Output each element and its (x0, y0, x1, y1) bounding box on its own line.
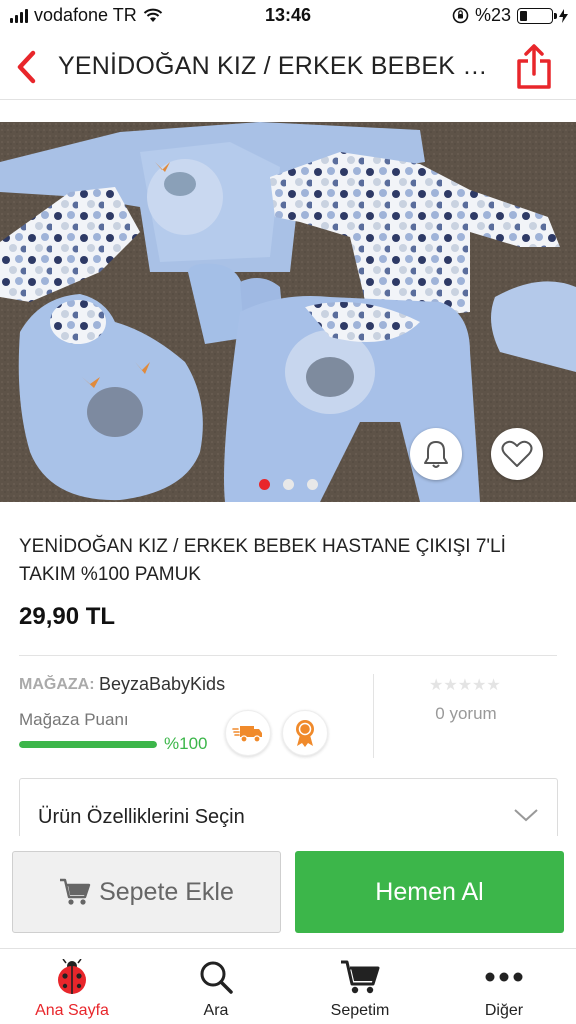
bottom-tab-bar: Ana Sayfa Ara Sepetim Diğer (0, 948, 576, 1024)
add-to-cart-button[interactable]: Sepete Ekle (12, 851, 281, 933)
page-title: YENİDOĞAN KIZ / ERKEK BEBEK HASTANE ÇIKI… (58, 52, 498, 80)
trusted-store-badge[interactable] (282, 710, 328, 756)
tab-search-label: Ara (203, 1002, 229, 1019)
tab-more[interactable]: Diğer (432, 949, 576, 1024)
cart-icon (60, 878, 91, 905)
bell-icon (424, 441, 448, 468)
pagination-dot[interactable] (282, 479, 294, 490)
tab-home-icon-wrap (55, 958, 89, 996)
favorite-button[interactable] (491, 428, 543, 480)
share-button[interactable] (512, 42, 556, 92)
store-name-link[interactable]: BeyzaBabyKids (99, 674, 225, 695)
chevron-left-icon (17, 50, 36, 84)
store-rating-percent: %100 (164, 734, 208, 753)
charging-icon (559, 8, 568, 23)
battery-level (520, 10, 527, 21)
medal-icon (296, 720, 314, 747)
tab-more-icon-wrap (484, 958, 524, 996)
buy-now-button[interactable]: Hemen Al (295, 851, 564, 933)
gallery-pagination (0, 479, 576, 490)
divider (19, 655, 557, 656)
status-bar: vodafone TR 13:46 %23 (0, 0, 576, 32)
tab-search[interactable]: Ara (144, 949, 288, 1024)
buy-now-label: Hemen Al (375, 877, 484, 906)
cart-icon (341, 960, 380, 994)
rating-stars: ★★★★★ (429, 675, 501, 694)
purchase-action-bar: Sepete Ekle Hemen Al (0, 836, 576, 948)
product-photo (0, 122, 576, 502)
pagination-dot[interactable] (306, 479, 318, 490)
review-count-link[interactable]: 0 yorum (373, 704, 559, 724)
heart-icon (501, 440, 533, 467)
back-button[interactable] (8, 44, 44, 90)
search-icon (200, 961, 233, 994)
share-icon (517, 44, 551, 89)
product-image-gallery[interactable] (0, 122, 576, 502)
tab-home[interactable]: Ana Sayfa (0, 949, 144, 1024)
fast-shipping-icon (232, 726, 262, 743)
product-price: 29,90 TL (19, 603, 116, 630)
tab-cart-label: Sepetim (330, 1002, 390, 1019)
ladybug-home-icon (58, 959, 86, 994)
chevron-down-icon (514, 809, 538, 822)
tab-home-label: Ana Sayfa (35, 1002, 109, 1019)
store-rating-bar-fill (19, 741, 157, 748)
store-rating-label: Mağaza Puanı (19, 710, 129, 729)
store-label: MAĞAZA: (19, 676, 95, 693)
status-right: %23 (452, 5, 568, 26)
fast-shipping-badge[interactable] (225, 710, 271, 756)
pagination-dot-active[interactable] (258, 479, 270, 490)
tab-search-icon-wrap (198, 958, 234, 996)
tab-cart[interactable]: Sepetim (288, 949, 432, 1024)
app-header: YENİDOĞAN KIZ / ERKEK BEBEK HASTANE ÇIKI… (0, 34, 576, 100)
tab-cart-icon-wrap (340, 958, 380, 996)
product-options-label: Ürün Özelliklerini Seçin (38, 806, 245, 828)
product-title: YENİDOĞAN KIZ / ERKEK BEBEK HASTANE ÇIKI… (19, 536, 506, 585)
rotation-lock-icon (452, 7, 469, 24)
battery-percent: %23 (474, 5, 511, 25)
more-icon (485, 972, 523, 982)
tab-more-label: Diğer (484, 1002, 524, 1019)
battery-icon (517, 7, 557, 24)
price-alert-button[interactable] (410, 428, 462, 480)
add-to-cart-label: Sepete Ekle (99, 877, 234, 906)
store-rating-bar (19, 741, 157, 748)
